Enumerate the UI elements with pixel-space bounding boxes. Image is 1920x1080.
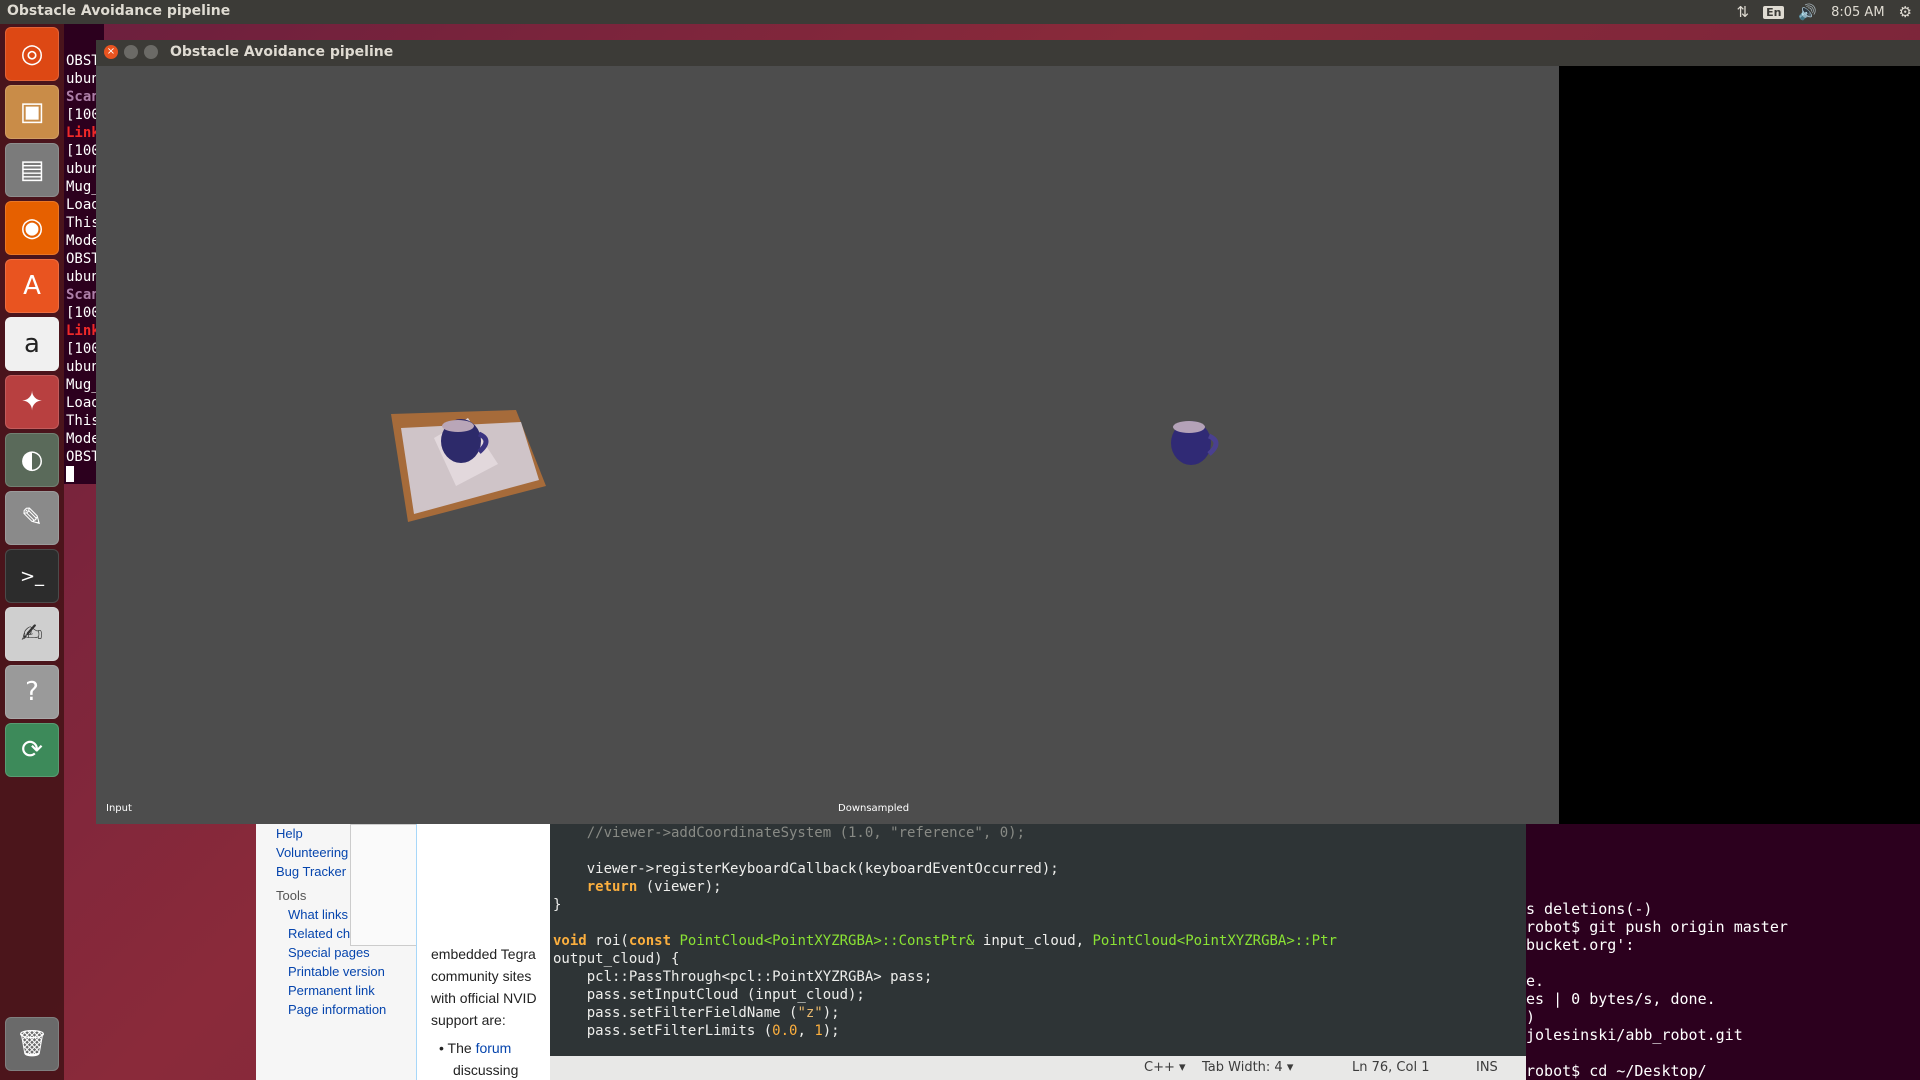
viewer-title: Obstacle Avoidance pipeline: [170, 44, 394, 60]
viewer-titlebar[interactable]: × Obstacle Avoidance pipeline: [96, 40, 1920, 66]
wiki-link[interactable]: Printable version: [288, 962, 386, 981]
terminal-line: robot$ git push origin master: [1526, 918, 1788, 936]
viewport-empty[interactable]: [1559, 66, 1920, 824]
software-center-icon[interactable]: A: [5, 259, 59, 313]
keyboard-icon[interactable]: En: [1763, 5, 1785, 19]
wiki-bullet: • The forum: [439, 1040, 512, 1056]
top-panel: Obstacle Avoidance pipeline ⇅ En 🔊 8:05 …: [0, 0, 1920, 24]
tab-width-selector[interactable]: Tab Width: 4 ▾: [1202, 1060, 1293, 1075]
volume-icon[interactable]: 🔊: [1798, 3, 1817, 21]
wiki-text: embedded Tegra: [431, 946, 536, 962]
wiki-link[interactable]: Permanent link: [288, 981, 386, 1000]
wiki-text: support are:: [431, 1012, 506, 1028]
wiki-text: community sites: [431, 968, 532, 984]
launcher: ◎ ▣ ▤ ◉ A a ✦ ◐ ✎ >_ ✍ ? ⟳ 🗑: [0, 24, 64, 1080]
network-icon[interactable]: ⇅: [1736, 3, 1749, 21]
viewport-label-input: Input: [106, 803, 132, 814]
wiki-link-forum[interactable]: forum: [476, 1040, 512, 1056]
terminal-line: s deletions(-): [1526, 900, 1653, 918]
wiki-content: embedded Tegra community sites with offi…: [416, 824, 557, 1080]
amazon-icon[interactable]: a: [5, 317, 59, 371]
terminal-line: ): [1526, 1008, 1536, 1026]
software-updater-icon[interactable]: ⟳: [5, 723, 59, 777]
language-selector[interactable]: C++ ▾: [1144, 1060, 1186, 1075]
viewer-window: × Obstacle Avoidance pipeline Input Down…: [96, 40, 1920, 824]
point-cloud-render: [391, 410, 1219, 522]
editor-statusbar: C++ ▾ Tab Width: 4 ▾ Ln 76, Col 1 INS: [550, 1056, 1526, 1080]
disk-usage-icon[interactable]: ◐: [5, 433, 59, 487]
wiki-text: discussing: [453, 1062, 519, 1078]
settings-gear-icon[interactable]: ⚙: [1899, 3, 1912, 21]
terminal-line: jolesinski/abb_robot.git: [1526, 1026, 1743, 1044]
terminal-line: robot$ cd ~/Desktop/: [1526, 1062, 1707, 1080]
wiki-link[interactable]: Page information: [288, 1000, 386, 1019]
system-tools-icon[interactable]: ✎: [5, 491, 59, 545]
text-editor-icon[interactable]: ✍: [5, 607, 59, 661]
terminal-line: bucket.org':: [1526, 936, 1635, 954]
background-terminal-right[interactable]: s deletions(-) robot$ git push origin mas…: [1526, 824, 1920, 1080]
terminal-cursor: [66, 466, 74, 482]
maximize-icon[interactable]: [144, 45, 158, 59]
code-editor[interactable]: //viewer->addCoordinateSystem (1.0, "ref…: [550, 824, 1526, 1056]
firefox-icon[interactable]: ◉: [5, 201, 59, 255]
ubuntu-dash-icon[interactable]: ◎: [5, 27, 59, 81]
cursor-position: Ln 76, Col 1: [1352, 1060, 1430, 1075]
minimize-icon[interactable]: [124, 45, 138, 59]
close-icon[interactable]: ×: [104, 45, 118, 59]
code-text[interactable]: //viewer->addCoordinateSystem (1.0, "ref…: [553, 824, 1337, 1040]
point-cloud-viewport[interactable]: Input Downsampled: [96, 66, 1559, 824]
active-window-title: Obstacle Avoidance pipeline: [7, 3, 231, 19]
downsampled-point-cloud: [1171, 421, 1219, 465]
terminal-line: es | 0 bytes/s, done.: [1526, 990, 1716, 1008]
terminal-line: e.: [1526, 972, 1545, 990]
system-tray: ⇅ En 🔊 8:05 AM ⚙: [1736, 0, 1920, 24]
viewport-label-downsampled: Downsampled: [838, 803, 910, 814]
insert-mode: INS: [1476, 1060, 1498, 1075]
trash-icon[interactable]: 🗑: [5, 1017, 59, 1071]
files-icon[interactable]: ▤: [5, 143, 59, 197]
background-wiki-page: Help Volunteering Bug Tracker Tools What…: [256, 824, 557, 1080]
clock[interactable]: 8:05 AM: [1831, 5, 1884, 20]
help-icon[interactable]: ?: [5, 665, 59, 719]
wiki-text: with official NVID: [431, 990, 537, 1006]
input-point-cloud: [391, 410, 546, 522]
system-settings-icon[interactable]: ✦: [5, 375, 59, 429]
image-viewer-icon[interactable]: ▣: [5, 85, 59, 139]
terminal-icon[interactable]: >_: [5, 549, 59, 603]
